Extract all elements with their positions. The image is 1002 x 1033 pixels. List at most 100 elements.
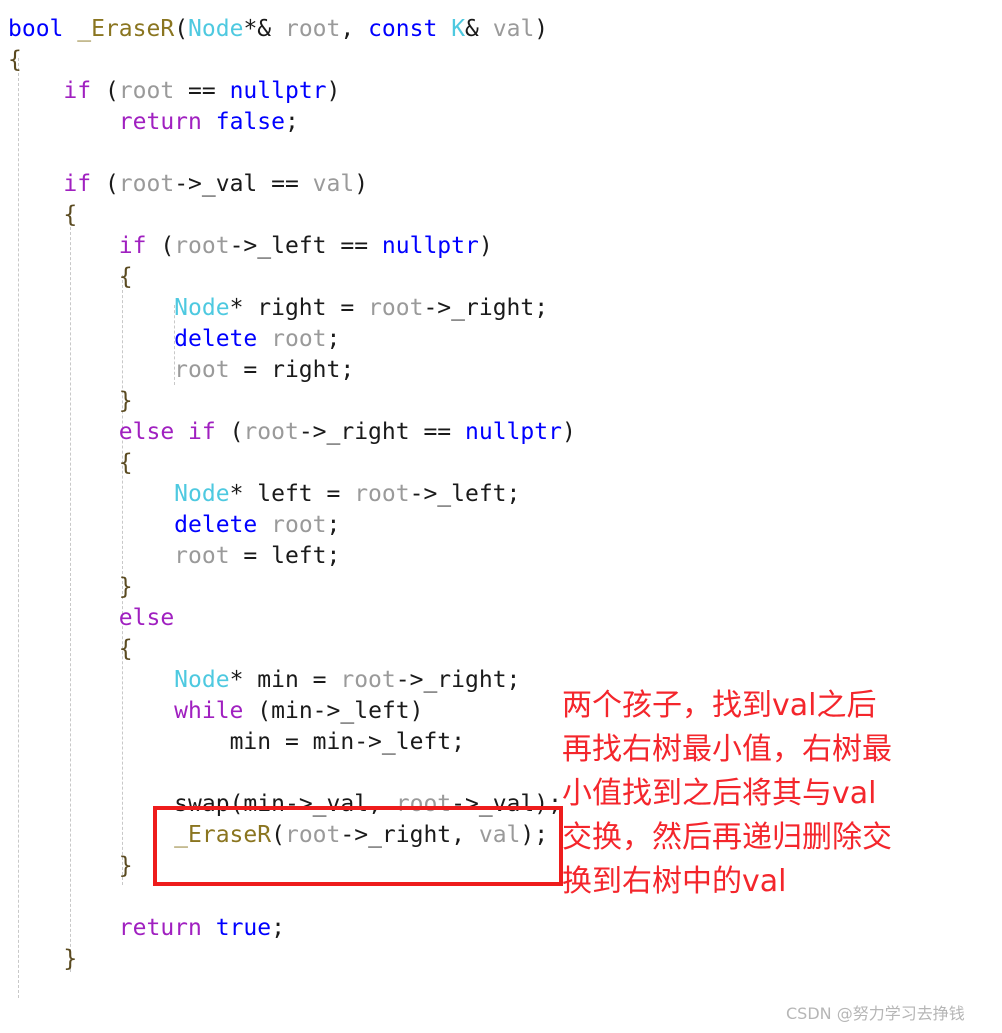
code-token: ); xyxy=(520,822,549,848)
code-token: ) xyxy=(561,419,576,445)
code-token: _left xyxy=(340,698,410,724)
code-token: delete xyxy=(174,326,258,352)
code-token: root xyxy=(368,295,424,321)
code-token: -> xyxy=(229,233,258,259)
code-token: { xyxy=(118,636,133,662)
code-token: _val xyxy=(478,791,535,817)
code-line: root = left; xyxy=(0,541,1002,572)
code-token: & xyxy=(465,16,493,42)
code-token: ; xyxy=(506,481,521,507)
code-token: false xyxy=(215,109,285,135)
code-token: * xyxy=(229,667,258,693)
code-token: root xyxy=(174,233,230,259)
code-token: _val xyxy=(201,171,258,197)
code-token: = xyxy=(229,543,272,569)
code-token: * xyxy=(229,481,258,507)
code-token: = xyxy=(229,357,272,383)
code-token: _right xyxy=(368,822,452,848)
code-token: ( xyxy=(174,16,189,42)
code-token: { xyxy=(118,450,133,476)
code-token: = xyxy=(298,667,341,693)
code-token: = xyxy=(312,481,355,507)
code-token: Node xyxy=(174,481,230,507)
code-token: { xyxy=(118,264,133,290)
code-token: min xyxy=(312,729,355,755)
code-token: root xyxy=(118,78,175,104)
code-token: else if xyxy=(118,419,216,445)
code-token: ; xyxy=(326,543,341,569)
code-token: root xyxy=(243,419,299,445)
code-token: } xyxy=(63,946,78,972)
code-token: Node xyxy=(174,295,230,321)
code-line: bool _EraseR(Node*& root, const K& val) xyxy=(0,14,1002,45)
code-token: -> xyxy=(395,667,424,693)
code-line: if (root->_left == nullptr) xyxy=(0,231,1002,262)
code-token: min xyxy=(229,729,272,755)
code-line: else xyxy=(0,603,1002,634)
code-line: } xyxy=(0,944,1002,975)
code-token: { xyxy=(8,47,22,73)
code-token: root xyxy=(271,326,327,352)
code-token: right xyxy=(271,357,341,383)
code-token: true xyxy=(215,915,272,941)
code-token: val xyxy=(312,171,355,197)
code-token: ( xyxy=(215,419,244,445)
code-token: , xyxy=(340,16,369,42)
code-token: * xyxy=(229,295,258,321)
code-token: -> xyxy=(174,171,202,197)
code-token: _right xyxy=(326,419,410,445)
code-editor[interactable]: bool _EraseR(Node*& root, const K& val){… xyxy=(0,0,1002,1033)
code-line: { xyxy=(0,448,1002,479)
code-token: root xyxy=(118,171,175,197)
code-token: , xyxy=(368,791,396,817)
code-token: ) xyxy=(534,16,549,42)
code-token: if xyxy=(63,78,92,104)
code-token: ) xyxy=(326,78,341,104)
code-token: _right xyxy=(451,295,535,321)
code-token: ( xyxy=(271,822,285,848)
code-token: Node xyxy=(188,16,244,42)
code-token: -> xyxy=(423,295,452,321)
code-line: } xyxy=(0,572,1002,603)
annotation-line: 交换，然后再递归删除交 xyxy=(562,820,892,855)
code-token: -> xyxy=(340,822,369,848)
code-token: -> xyxy=(354,729,382,755)
code-token: val xyxy=(492,16,535,42)
code-line: { xyxy=(0,634,1002,665)
annotation-line: 两个孩子，找到val之后 xyxy=(562,688,877,723)
code-token: -> xyxy=(451,791,479,817)
code-token: ; xyxy=(271,915,285,941)
code-token: root xyxy=(354,481,410,507)
code-token: root xyxy=(284,822,341,848)
code-token: left xyxy=(271,543,327,569)
code-token: _right xyxy=(423,667,507,693)
code-token: nullptr xyxy=(229,78,327,104)
code-token: -> xyxy=(409,481,438,507)
code-token: ; xyxy=(506,667,521,693)
code-token: ( xyxy=(243,698,272,724)
code-line: else if (root->_right == nullptr) xyxy=(0,417,1002,448)
code-token: Node xyxy=(174,667,230,693)
code-line: root = right; xyxy=(0,355,1002,386)
code-token: return xyxy=(118,109,202,135)
code-token: ( xyxy=(91,78,119,104)
code-token: { xyxy=(63,202,78,228)
annotation-line: 小值找到之后将其与val xyxy=(562,776,877,811)
code-token: swap xyxy=(174,791,230,817)
code-line: delete root; xyxy=(0,510,1002,541)
code-token: , xyxy=(451,822,479,848)
code-token: _EraseR xyxy=(77,16,175,42)
code-token: if xyxy=(118,233,147,259)
code-token: ); xyxy=(534,791,562,817)
code-token: root xyxy=(174,543,230,569)
code-token: min xyxy=(271,698,313,724)
code-token: while xyxy=(174,698,244,724)
code-line: { xyxy=(0,262,1002,293)
code-token: == xyxy=(409,419,465,445)
code-line: Node* left = root->_left; xyxy=(0,479,1002,510)
